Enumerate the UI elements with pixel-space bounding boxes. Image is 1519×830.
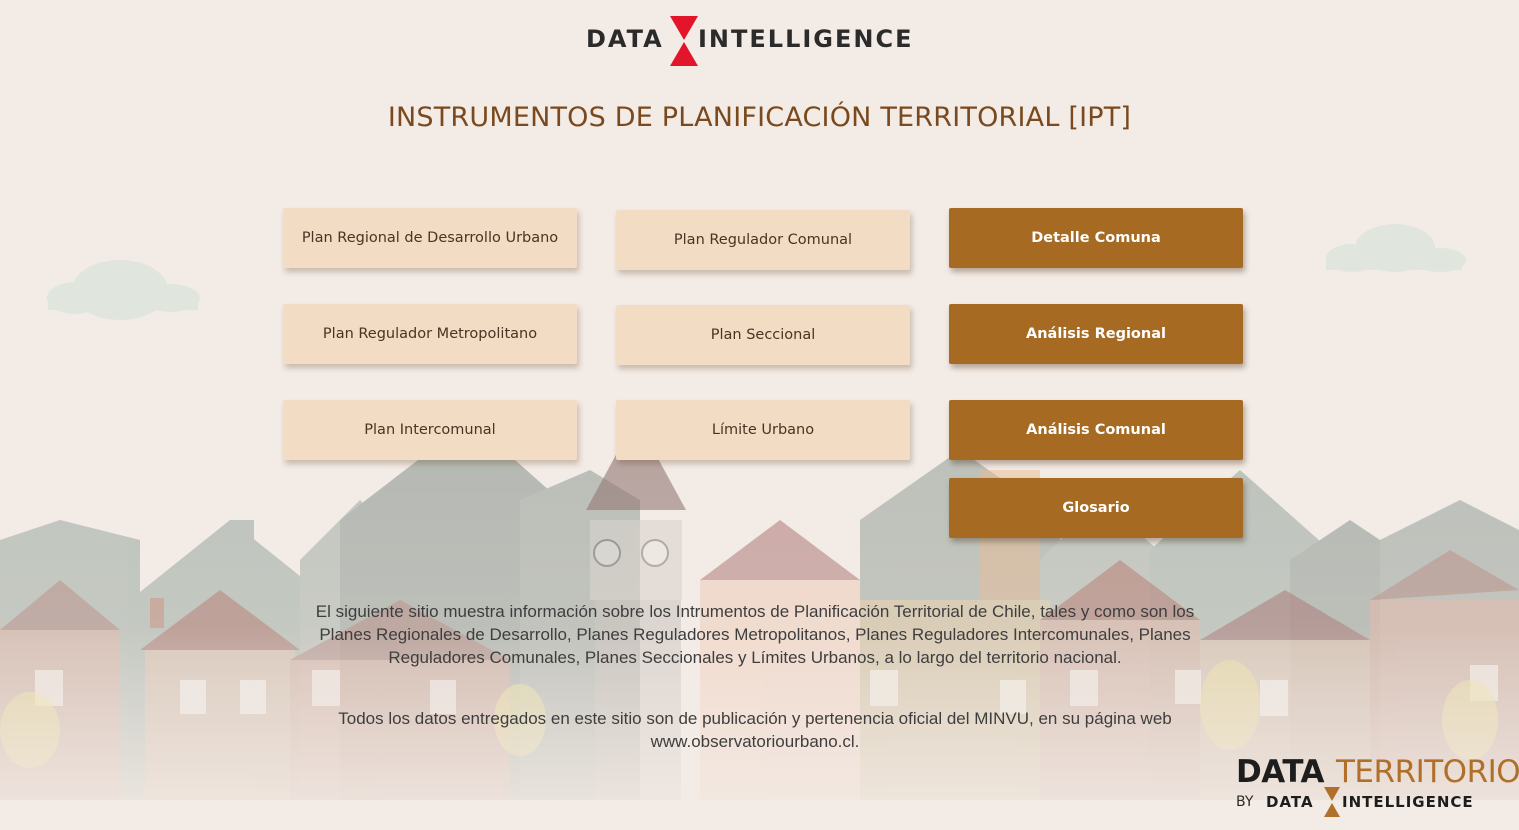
cloud-right	[1326, 224, 1466, 272]
description-line: Reguladores Comunales, Planes Seccionale…	[388, 648, 1122, 667]
plan-regulador-metropolitano-button[interactable]: Plan Regulador Metropolitano	[283, 304, 577, 364]
detalle-comuna-button[interactable]: Detalle Comuna	[949, 208, 1243, 268]
data-territorio-logo: DATA TERRITORIO BY DATA INTELLIGENCE	[1236, 754, 1519, 822]
hourglass-icon	[1324, 787, 1340, 817]
brand-data-word: DATA	[1266, 793, 1314, 811]
brand-intelligence-word: INTELLIGENCE	[1342, 793, 1474, 811]
description-line: Planes Regionales de Desarrollo, Planes …	[319, 625, 1191, 644]
logo-text-data: DATA	[586, 25, 664, 53]
description-line: El siguiente sitio muestra información s…	[315, 602, 1195, 621]
brand-data-text: DATA	[1236, 754, 1325, 790]
brand-by-text: BY	[1236, 794, 1254, 810]
source-line: Todos los datos entregados en este sitio…	[338, 709, 1172, 728]
plan-intercomunal-button[interactable]: Plan Intercomunal	[283, 400, 577, 460]
limite-urbano-button[interactable]: Límite Urbano	[616, 400, 910, 460]
analisis-regional-button[interactable]: Análisis Regional	[949, 304, 1243, 364]
data-intelligence-logo: DATA INTELLIGENCE	[586, 16, 938, 66]
logo-text-intelligence: INTELLIGENCE	[698, 25, 914, 53]
source-paragraph: Todos los datos entregados en este sitio…	[285, 707, 1225, 753]
analisis-comunal-button[interactable]: Análisis Comunal	[949, 400, 1243, 460]
source-link[interactable]: www.observatoriourbano.cl.	[285, 730, 1225, 753]
plan-regulador-comunal-button[interactable]: Plan Regulador Comunal	[616, 210, 910, 270]
page-title: INSTRUMENTOS DE PLANIFICACIÓN TERRITORIA…	[387, 102, 1132, 133]
hourglass-icon	[670, 16, 698, 66]
glosario-button[interactable]: Glosario	[949, 478, 1243, 538]
cloud-left	[47, 260, 200, 320]
brand-territorio-text: TERRITORIO	[1336, 754, 1519, 790]
plan-seccional-button[interactable]: Plan Seccional	[616, 305, 910, 365]
plan-regional-desarrollo-urbano-button[interactable]: Plan Regional de Desarrollo Urbano	[283, 208, 577, 268]
description-paragraph: El siguiente sitio muestra información s…	[285, 600, 1225, 669]
